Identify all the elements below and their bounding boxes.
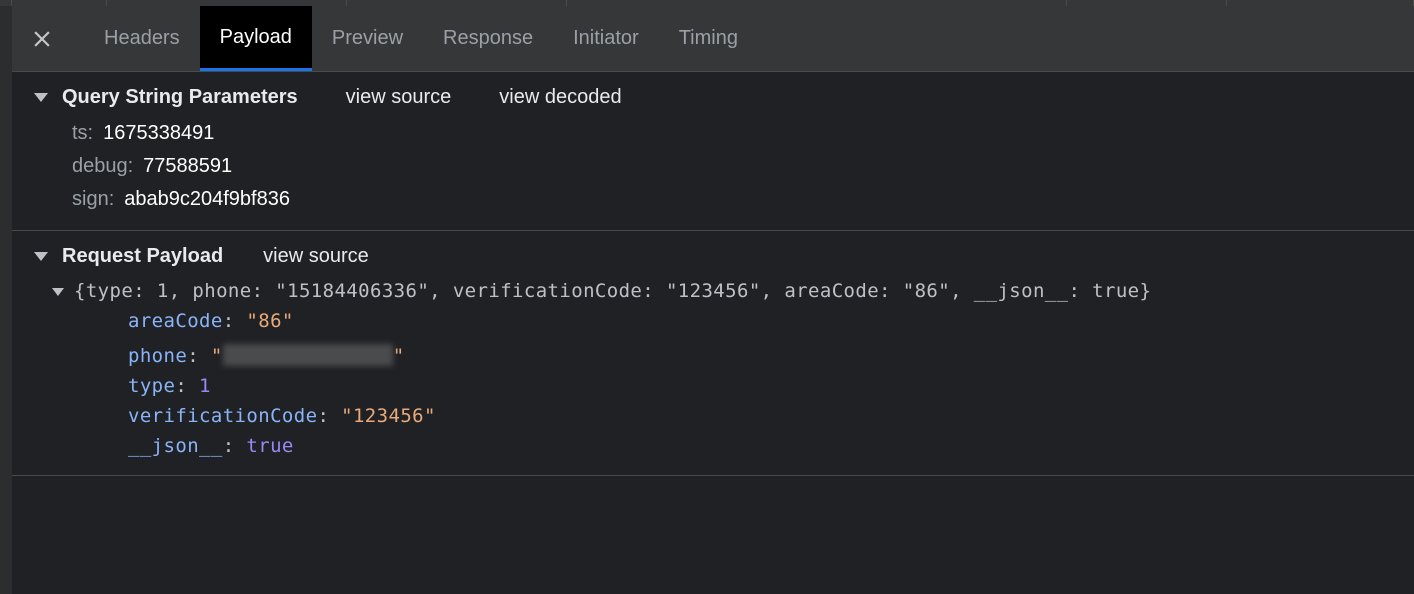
view-source-button[interactable]: view source (346, 86, 452, 109)
view-source-button[interactable]: view source (263, 245, 369, 268)
param-row-sign: sign: abab9c204f9bf836 (72, 183, 1414, 216)
tab-preview[interactable]: Preview (312, 6, 423, 71)
prop-key: phone (128, 345, 187, 367)
prop-row-areacode: areaCode: "86" (128, 306, 1414, 336)
tab-timing[interactable]: Timing (659, 6, 758, 71)
prop-value: "123456" (341, 405, 436, 427)
param-key: sign: (72, 188, 114, 211)
prop-key: verificationCode (128, 405, 317, 427)
payload-object-summary[interactable]: {type: 1, phone: "15184406336", verifica… (52, 276, 1414, 306)
section-title-query: Query String Parameters (62, 86, 298, 109)
view-decoded-button[interactable]: view decoded (499, 86, 621, 109)
param-key: debug: (72, 155, 133, 178)
prop-key: areaCode (128, 310, 223, 332)
tab-payload[interactable]: Payload (200, 6, 312, 71)
prop-key: __json__ (128, 435, 223, 457)
query-string-section: Query String Parameters view source view… (12, 72, 1414, 231)
prop-value-censored: "" (211, 345, 405, 367)
prop-row-type: type: 1 (128, 371, 1414, 401)
prop-value: 1 (199, 375, 211, 397)
param-key: ts: (72, 122, 93, 145)
param-row-ts: ts: 1675338491 (72, 117, 1414, 150)
panel-divider[interactable] (0, 6, 12, 594)
tab-headers[interactable]: Headers (84, 6, 200, 71)
close-icon[interactable] (32, 29, 52, 49)
prop-row-phone: phone: "" (128, 336, 1414, 371)
prop-value: true (246, 435, 293, 457)
tab-initiator[interactable]: Initiator (553, 6, 659, 71)
param-value: abab9c204f9bf836 (124, 188, 290, 211)
section-title-payload: Request Payload (62, 245, 223, 268)
param-row-debug: debug: 77588591 (72, 150, 1414, 183)
object-summary-text: {type: 1, phone: "15184406336", verifica… (74, 280, 1151, 302)
prop-key: type (128, 375, 175, 397)
prop-row-json: __json__: true (128, 431, 1414, 461)
prop-row-verificationcode: verificationCode: "123456" (128, 401, 1414, 431)
request-payload-section: Request Payload view source {type: 1, ph… (12, 231, 1414, 476)
tab-response[interactable]: Response (423, 6, 553, 71)
prop-value: "86" (246, 310, 293, 332)
param-value: 1675338491 (103, 122, 214, 145)
chevron-down-icon[interactable] (34, 252, 48, 261)
detail-tabs: Headers Payload Preview Response Initiat… (12, 6, 1414, 72)
chevron-down-icon[interactable] (52, 288, 64, 296)
chevron-down-icon[interactable] (34, 93, 48, 102)
param-value: 77588591 (143, 155, 232, 178)
